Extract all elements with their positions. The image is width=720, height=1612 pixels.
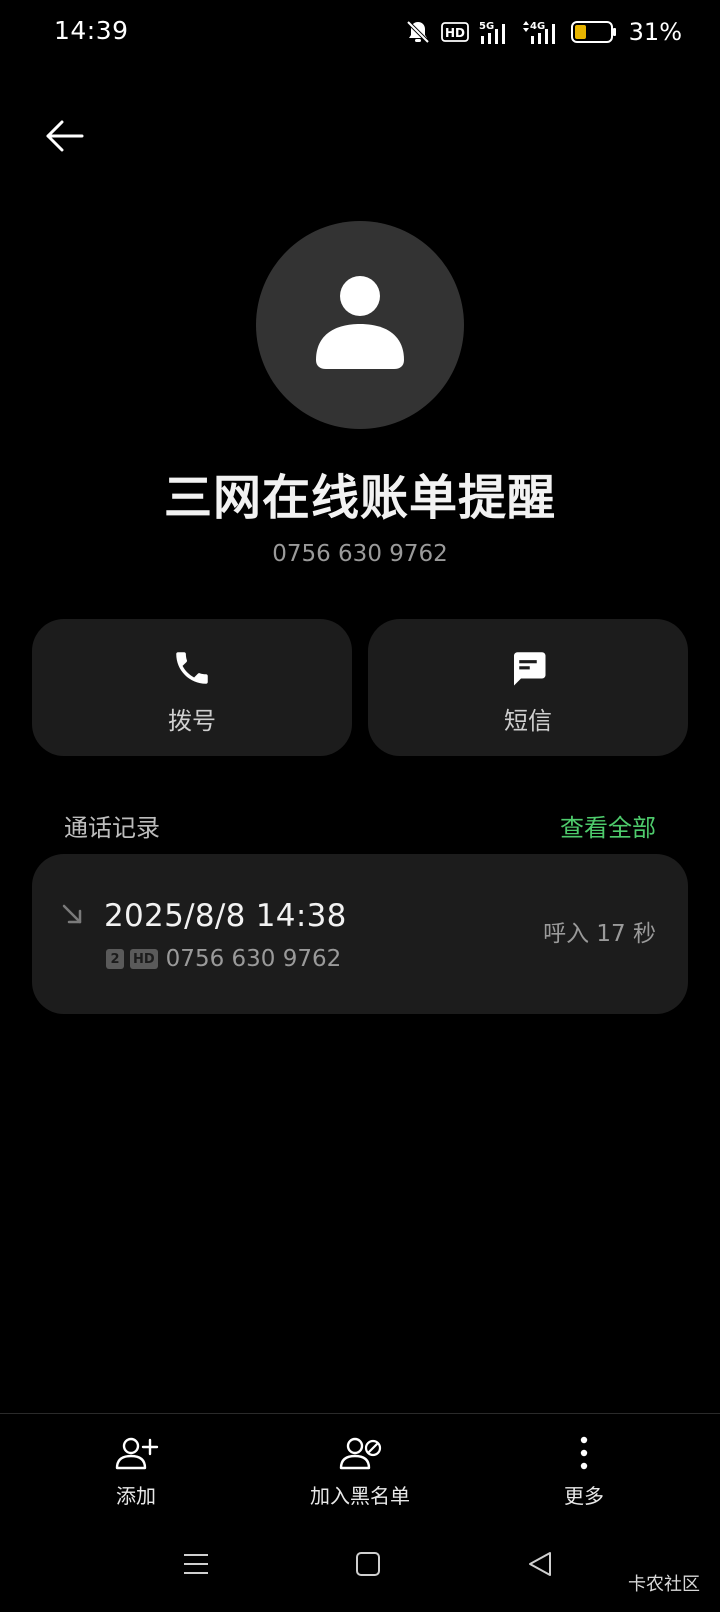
watermark: 卡农社区 bbox=[628, 1574, 700, 1595]
dial-label: 拨号 bbox=[168, 707, 216, 735]
call-type-duration: 呼入 17 秒 bbox=[543, 921, 656, 947]
hd-badge-text: HD bbox=[445, 26, 465, 40]
contact-avatar bbox=[256, 221, 464, 429]
more-button[interactable]: 更多 bbox=[504, 1434, 664, 1514]
network-5g-label: 5G bbox=[479, 21, 494, 32]
battery-percent: 31% bbox=[628, 18, 682, 46]
nav-menu-button[interactable] bbox=[180, 1548, 212, 1584]
incoming-call-icon bbox=[62, 904, 82, 924]
sim-card-icon: 2 bbox=[106, 949, 124, 969]
signal-5g-icon: 5G bbox=[479, 19, 511, 45]
contact-number: 0756 630 9762 bbox=[272, 541, 448, 567]
blacklist-label: 加入黑名单 bbox=[310, 1484, 410, 1508]
call-date: 2025/8/8 14:38 bbox=[104, 898, 347, 934]
sms-label: 短信 bbox=[504, 707, 552, 735]
status-icons: HD 5G 4G 31% bbox=[405, 14, 682, 50]
more-vertical-icon bbox=[504, 1434, 664, 1474]
hd-call-icon: HD bbox=[130, 949, 158, 969]
call-meta: 2 HD 0756 630 9762 bbox=[106, 946, 341, 972]
block-person-icon bbox=[280, 1434, 440, 1474]
call-record-item[interactable]: 2025/8/8 14:38 2 HD 0756 630 9762 呼入 17 … bbox=[32, 854, 688, 1014]
nav-back-button[interactable] bbox=[524, 1548, 556, 1584]
toolbar-divider bbox=[0, 1413, 720, 1414]
arrow-left-icon bbox=[46, 120, 84, 152]
call-log-title: 通话记录 bbox=[64, 814, 160, 842]
back-button[interactable] bbox=[40, 114, 88, 158]
hd-icon: HD bbox=[440, 21, 469, 43]
view-all-link[interactable]: 查看全部 bbox=[560, 808, 656, 843]
call-record-number: 0756 630 9762 bbox=[165, 946, 342, 972]
dial-button[interactable]: 拨号 bbox=[32, 619, 352, 756]
blacklist-button[interactable]: 加入黑名单 bbox=[280, 1434, 440, 1514]
add-person-icon bbox=[56, 1434, 216, 1474]
bell-off-icon bbox=[405, 19, 431, 45]
nav-home-button[interactable] bbox=[352, 1548, 384, 1584]
status-time: 14:39 bbox=[54, 16, 129, 45]
add-label: 添加 bbox=[116, 1484, 156, 1508]
home-square-icon bbox=[356, 1552, 380, 1576]
menu-icon bbox=[184, 1554, 208, 1574]
network-4g-label: 4G bbox=[530, 21, 545, 32]
back-triangle-icon bbox=[529, 1552, 551, 1576]
contact-name: 三网在线账单提醒 bbox=[163, 470, 556, 526]
sms-button[interactable]: 短信 bbox=[368, 619, 688, 756]
more-label: 更多 bbox=[564, 1484, 604, 1508]
add-contact-button[interactable]: 添加 bbox=[56, 1434, 216, 1514]
phone-icon bbox=[32, 647, 352, 689]
person-icon bbox=[316, 276, 404, 369]
message-icon bbox=[368, 647, 688, 689]
signal-4g-icon: 4G bbox=[521, 19, 561, 45]
battery-icon bbox=[570, 20, 617, 44]
